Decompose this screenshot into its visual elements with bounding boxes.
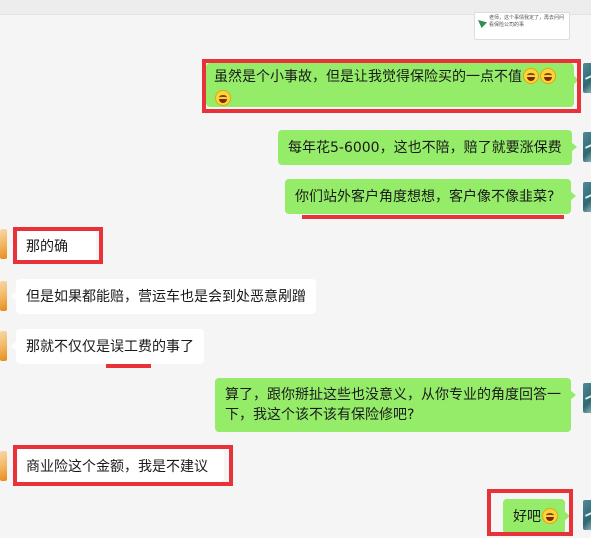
message-bubble-sent[interactable]: 算了，跟你掰扯这些也没意义，从你专业的角度回答一下，我这个该不该有保险修吧? (215, 378, 576, 432)
message-text: 每年花5-6000，这也不陪，赔了就要涨保费 (288, 140, 562, 156)
avatar[interactable] (583, 63, 591, 93)
avatar[interactable] (583, 182, 591, 212)
message-bubble-received[interactable]: 但是如果都能赔，营运车也是会到处恶意剐蹭 (11, 279, 316, 314)
message-text: 那就不仅仅是误工费的事了 (26, 339, 194, 355)
message-text: 算了，跟你掰扯这些也没意义，从你专业的角度回答一下，我这个该不该有保险修吧? (225, 387, 561, 423)
avatar[interactable] (583, 132, 591, 162)
message-text: 但是如果都能赔，营运车也是会到处恶意剐蹭 (26, 289, 306, 305)
avatar[interactable] (0, 451, 7, 481)
image-thumbnail-icon (478, 20, 487, 28)
avatar[interactable] (0, 281, 7, 311)
message-text: 你们站外客户角度想想，客户像不像韭菜? (295, 189, 555, 205)
message-bubble-sent[interactable]: 每年花5-6000，这也不陪，赔了就要涨保费 (278, 130, 577, 165)
avatar[interactable] (583, 500, 591, 530)
thumbnail-text-line: 老师，这个事情我定了，再去问问 (489, 15, 565, 21)
highlight-underline (302, 215, 564, 219)
avatar[interactable] (0, 331, 7, 361)
thumbnail-text-line: 看保险公司的事 (489, 22, 525, 28)
highlight-underline (106, 364, 151, 368)
image-message-thumbnail[interactable]: 老师，这个事情我定了，再去问问 看保险公司的事 (474, 12, 570, 40)
message-bubble-received[interactable]: 那就不仅仅是误工费的事了 (11, 329, 204, 364)
avatar[interactable] (583, 383, 591, 413)
highlight-box (13, 445, 233, 486)
avatar[interactable] (0, 229, 7, 259)
highlight-box (487, 489, 573, 536)
highlight-box (202, 59, 581, 113)
message-bubble-sent[interactable]: 你们站外客户角度想想，客户像不像韭菜? (285, 179, 576, 214)
highlight-box (13, 227, 103, 264)
